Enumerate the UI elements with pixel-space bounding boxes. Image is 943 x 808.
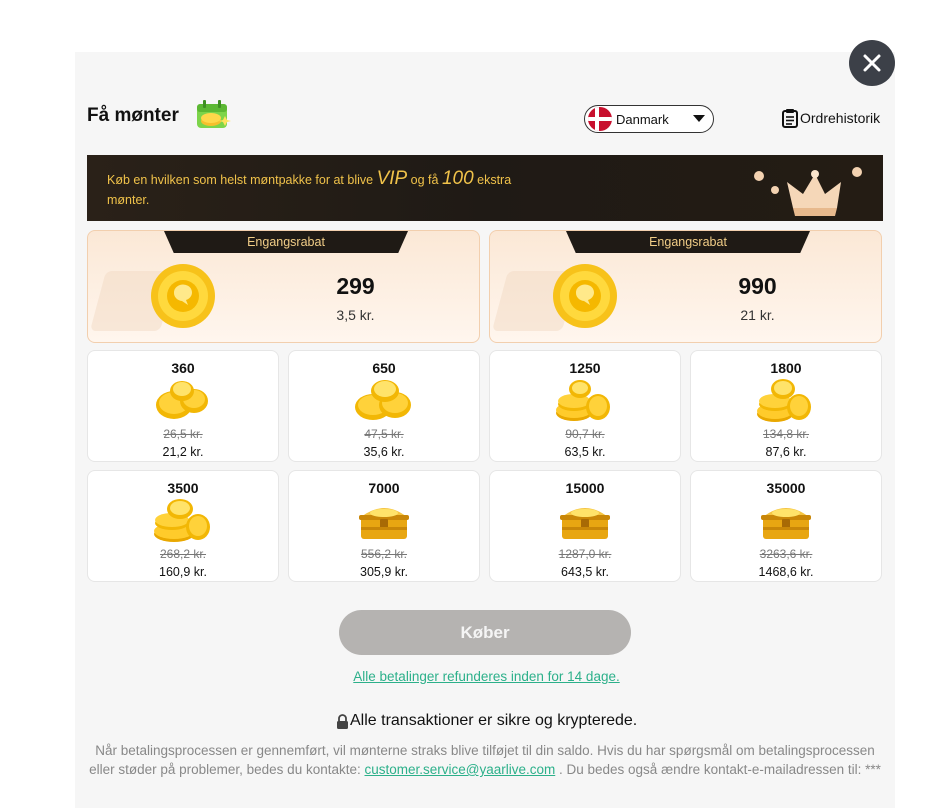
close-icon [863, 54, 881, 72]
package-amount: 650 [372, 360, 396, 376]
treasure-chest-icon [761, 508, 811, 539]
package-card[interactable]: 7000 556,2 kr. 305,9 kr. [288, 470, 480, 582]
payment-info: Når betalingsprocessen er gennemført, vi… [87, 741, 883, 779]
banner-bonus: 100 [441, 168, 474, 189]
close-button[interactable] [849, 40, 895, 86]
featured-package-2[interactable]: Engangsrabat 990 21 kr. [489, 230, 882, 343]
package-price: 3,5 kr. [336, 307, 375, 323]
clipboard-icon [782, 109, 798, 128]
old-price: 1287,0 kr. [558, 547, 612, 561]
package-card[interactable]: 1250 90,7 kr. 63,5 kr. [489, 350, 681, 462]
treasure-chest-icon [359, 508, 409, 539]
coin-calendar-icon [195, 98, 233, 137]
order-history-label: Ordrehistorik [800, 110, 881, 126]
banner-vip: VIP [376, 168, 408, 189]
package-card[interactable]: 3500 268,2 kr. 160,9 kr. [87, 470, 279, 582]
package-amount: 1250 [569, 360, 601, 376]
package-amount: 3500 [167, 480, 199, 496]
package-price: 160,9 kr. [159, 565, 207, 579]
discount-ribbon: Engangsrabat [566, 231, 810, 253]
old-price: 134,8 kr. [762, 427, 810, 441]
package-price: 63,5 kr. [564, 445, 606, 459]
featured-package-1[interactable]: Engangsrabat 299 3,5 kr. [87, 230, 480, 343]
coin-pile-icon [556, 380, 610, 421]
discount-ribbon: Engangsrabat [164, 231, 408, 253]
old-price: 47,5 kr. [364, 427, 404, 441]
coin-icon [151, 264, 215, 328]
lock-icon [337, 713, 348, 729]
package-amount: 35000 [766, 480, 806, 496]
package-price: 643,5 kr. [561, 565, 609, 579]
package-price: 1468,6 kr. [758, 565, 814, 579]
coin-pile-icon [154, 499, 210, 542]
order-history-link[interactable]: Ordrehistorik [782, 108, 880, 128]
package-card[interactable]: 1800 134,8 kr. 87,6 kr. [690, 350, 882, 462]
banner-text-1: Køb en hvilken som helst møntpakke for a… [107, 173, 377, 187]
package-price: 87,6 kr. [765, 445, 807, 459]
package-card[interactable]: 35000 3263,6 kr. 1468,6 kr. [690, 470, 882, 582]
package-card[interactable]: 360 26,5 kr. 21,2 kr. [87, 350, 279, 462]
coins-small-icon [156, 381, 208, 419]
header: Få mønter Danmark Ordrehistorik [87, 98, 883, 138]
refund-policy-link[interactable]: Alle betalinger refunderes inden for 14 … [0, 669, 943, 684]
coin-pile-icon [757, 379, 811, 422]
old-price: 90,7 kr. [565, 427, 605, 441]
caret-down-icon [693, 115, 705, 122]
package-price: 21,2 kr. [162, 445, 204, 459]
treasure-chest-icon [560, 508, 610, 539]
package-amount: 15000 [565, 480, 605, 496]
package-amount: 299 [336, 273, 375, 299]
coin-icon [553, 264, 617, 328]
package-card[interactable]: 650 47,5 kr. 35,6 kr. [288, 350, 480, 462]
security-text: Alle transaktioner er sikre og kryptered… [350, 712, 638, 729]
country-select[interactable]: Danmark [584, 105, 714, 133]
package-amount: 360 [171, 360, 195, 376]
denmark-flag-icon [588, 107, 612, 131]
crown-icon [754, 167, 862, 216]
package-price: 21 kr. [740, 307, 775, 323]
old-price: 556,2 kr. [360, 547, 408, 561]
banner-text-2: og få [407, 173, 442, 187]
buy-button[interactable]: Køber [339, 610, 631, 655]
package-card[interactable]: 15000 1287,0 kr. 643,5 kr. [489, 470, 681, 582]
info-text-2: . Du bedes også ændre kontakt-e-mailadre… [555, 762, 881, 777]
old-price: 268,2 kr. [159, 547, 207, 561]
package-amount: 990 [738, 273, 777, 299]
old-price: 3263,6 kr. [759, 547, 813, 561]
package-amount: 7000 [368, 480, 400, 496]
country-label: Danmark [616, 111, 669, 127]
vip-banner: Køb en hvilken som helst møntpakke for a… [87, 155, 883, 221]
security-note: Alle transaktioner er sikre og kryptered… [336, 712, 637, 730]
package-price: 305,9 kr. [360, 565, 408, 579]
package-amount: 1800 [770, 360, 802, 376]
old-price: 26,5 kr. [163, 427, 203, 441]
banner-text: Køb en hvilken som helst møntpakke for a… [107, 169, 537, 210]
package-price: 35,6 kr. [363, 445, 405, 459]
coins-small-icon [355, 380, 411, 420]
support-email-link[interactable]: customer.service@yaarlive.com [364, 762, 555, 777]
page-title: Få mønter [87, 105, 179, 126]
